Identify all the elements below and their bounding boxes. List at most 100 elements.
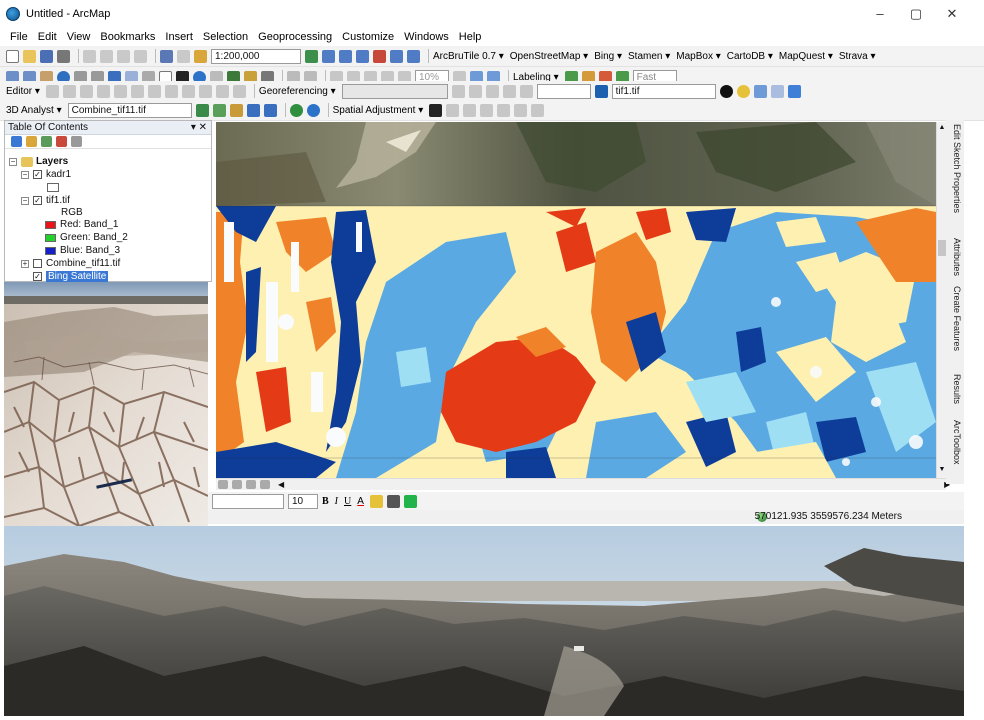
split-icon[interactable]	[164, 84, 178, 98]
paste-icon[interactable]	[117, 49, 130, 63]
map-scale-combo[interactable]: 1:200,000	[211, 48, 301, 64]
map-horizontal-scrollbar[interactable]: ◀ ▶	[216, 478, 950, 490]
contrast-icon[interactable]	[719, 84, 733, 98]
swipe-icon[interactable]	[770, 84, 784, 98]
viewer-icon[interactable]	[519, 84, 533, 98]
undo-icon[interactable]	[160, 49, 173, 63]
line-color-icon[interactable]	[386, 494, 400, 508]
arcglobe-icon[interactable]	[289, 103, 303, 117]
stamen-menu[interactable]: Stamen ▾	[628, 51, 670, 62]
font-size-combo[interactable]: 10	[288, 493, 318, 509]
list-by-source-icon[interactable]	[26, 136, 37, 147]
strava-menu[interactable]: Strava ▾	[839, 51, 876, 62]
arcbrutile-menu[interactable]: ArcBruTile 0.7 ▾	[433, 51, 504, 62]
new-displacement-link-icon[interactable]	[446, 103, 460, 117]
data-view-icon[interactable]	[218, 480, 228, 489]
cut-icon[interactable]	[83, 49, 96, 63]
catalog-icon[interactable]	[339, 49, 352, 63]
redo-icon[interactable]	[177, 49, 190, 63]
multiple-link-icon[interactable]	[480, 103, 494, 117]
collapse-icon[interactable]: −	[21, 196, 29, 205]
dock-tab-attributes[interactable]: Attributes	[948, 238, 962, 276]
editor-attributes-icon[interactable]	[198, 84, 212, 98]
expand-icon[interactable]: +	[21, 259, 29, 268]
table-of-contents-icon[interactable]	[322, 49, 335, 63]
kadr1-symbol[interactable]	[47, 181, 63, 194]
straight-segment-icon[interactable]	[79, 84, 93, 98]
edit-tool-icon[interactable]	[45, 84, 59, 98]
layer-visibility-checkbox[interactable]	[33, 259, 42, 268]
italic-button[interactable]: I	[335, 496, 338, 507]
menu-bookmarks[interactable]: Bookmarks	[100, 31, 155, 43]
new-document-icon[interactable]	[6, 49, 19, 63]
georeferencing-menu[interactable]: Georeferencing ▾	[259, 86, 336, 97]
adjustment-preview-icon[interactable]	[514, 103, 528, 117]
menu-insert[interactable]: Insert	[165, 31, 193, 43]
marker-color-icon[interactable]	[403, 494, 417, 508]
cut-polygons-icon[interactable]	[147, 84, 161, 98]
add-control-points-icon[interactable]	[485, 84, 499, 98]
spatial-adjustment-menu[interactable]: Spatial Adjustment ▾	[333, 105, 424, 116]
list-by-selection-icon[interactable]	[56, 136, 67, 147]
editor-menu[interactable]: Editor ▾	[6, 86, 40, 97]
toc-layers-root[interactable]: − Layers	[9, 155, 68, 168]
menu-file[interactable]: File	[10, 31, 28, 43]
dock-tab-edit-sketch-properties[interactable]: Edit Sketch Properties	[948, 124, 962, 213]
arcscene-icon[interactable]	[263, 103, 277, 117]
brightness-icon[interactable]	[736, 84, 750, 98]
layer-visibility-checkbox[interactable]: ✓	[33, 196, 42, 205]
layer-visibility-checkbox[interactable]: ✓	[33, 272, 42, 281]
modify-link-icon[interactable]	[463, 103, 477, 117]
minimize-button[interactable]: –	[862, 0, 898, 28]
close-button[interactable]: ✕	[934, 0, 970, 28]
delete-icon[interactable]	[134, 49, 147, 63]
trace-icon[interactable]	[96, 84, 110, 98]
dock-tab-arctoolbox[interactable]: ArcToolbox	[948, 420, 962, 465]
font-color-button[interactable]: A	[357, 496, 364, 507]
menu-help[interactable]: Help	[459, 31, 482, 43]
flicker-icon[interactable]	[787, 84, 801, 98]
rotate-icon[interactable]	[181, 84, 195, 98]
shift-icon[interactable]	[468, 84, 482, 98]
scroll-left-icon[interactable]: ◀	[278, 480, 284, 489]
collapse-icon[interactable]: −	[21, 170, 29, 179]
toc-pin-close[interactable]: ▾ ✕	[191, 121, 207, 135]
layer-combo[interactable]: tif1.tif	[611, 83, 716, 99]
3d-globe-icon[interactable]	[306, 103, 320, 117]
menu-edit[interactable]: Edit	[38, 31, 57, 43]
copy-icon[interactable]	[100, 49, 113, 63]
rotate-georef-icon[interactable]	[451, 84, 465, 98]
model-builder-icon[interactable]	[407, 49, 420, 63]
search-window-icon[interactable]	[356, 49, 369, 63]
mapbox-menu[interactable]: MapBox ▾	[676, 51, 720, 62]
layout-view-icon[interactable]	[232, 480, 242, 489]
print-icon[interactable]	[57, 49, 70, 63]
contour-icon[interactable]	[195, 103, 209, 117]
menu-customize[interactable]: Customize	[342, 31, 394, 43]
toc-options-icon[interactable]	[71, 136, 82, 147]
classified-raster-map[interactable]	[216, 122, 936, 478]
python-window-icon[interactable]	[390, 49, 403, 63]
steepest-path-icon[interactable]	[212, 103, 226, 117]
collapse-icon[interactable]: −	[9, 157, 17, 166]
fill-color-icon[interactable]	[369, 494, 383, 508]
view-link-table-adjust-icon[interactable]	[497, 103, 511, 117]
view-link-table-icon[interactable]	[502, 84, 516, 98]
scale-input[interactable]	[536, 83, 591, 99]
map-vertical-scrollbar[interactable]: ▲ ▼	[936, 122, 946, 478]
reshape-icon[interactable]	[130, 84, 144, 98]
transparency-icon[interactable]	[753, 84, 767, 98]
create-features-icon[interactable]	[232, 84, 246, 98]
menu-view[interactable]: View	[67, 31, 91, 43]
list-by-drawing-order-icon[interactable]	[11, 136, 22, 147]
refresh-view-icon[interactable]	[246, 480, 256, 489]
scroll-up-icon[interactable]: ▲	[938, 124, 946, 132]
pause-drawing-icon[interactable]	[260, 480, 270, 489]
edit-annotation-icon[interactable]	[62, 84, 76, 98]
toc-layer-combine[interactable]: + Combine_tif11.tif	[21, 257, 120, 270]
georef-layer-combo[interactable]	[341, 83, 448, 99]
select-elements-adjust-icon[interactable]	[429, 103, 443, 117]
add-data-icon[interactable]	[194, 49, 207, 63]
save-icon[interactable]	[40, 49, 53, 63]
edit-vertices-icon[interactable]	[113, 84, 127, 98]
